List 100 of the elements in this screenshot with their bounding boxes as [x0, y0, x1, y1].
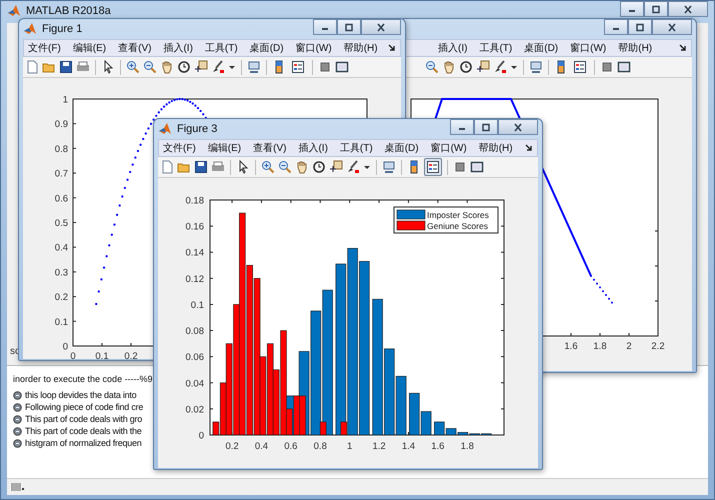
x-tick-label: 1.8	[460, 441, 474, 452]
x-tick-label: 0.1	[95, 351, 109, 359]
y-tick-label: 0	[198, 430, 204, 442]
hand-icon[interactable]	[295, 160, 309, 174]
link-icon[interactable]	[247, 60, 261, 74]
dock-arrow-icon[interactable]	[388, 44, 396, 52]
y-tick-label: 0.9	[54, 119, 68, 130]
maximize-button[interactable]	[628, 19, 652, 35]
y-tick-label: 0.8	[54, 144, 68, 155]
y-tick-label: 0.04	[186, 378, 204, 390]
menu-item[interactable]: 窗口(W)	[566, 41, 610, 55]
menu-item[interactable]: 帮助(H)	[614, 41, 656, 55]
x-tick-label: 1.2	[372, 441, 386, 452]
y-tick-label: 0.18	[186, 196, 204, 206]
new-file-icon[interactable]	[160, 160, 174, 174]
window-icon[interactable]	[617, 60, 631, 74]
section-item[interactable]: This part of code deals with the	[25, 426, 142, 436]
close-button[interactable]	[668, 1, 708, 17]
section-icon	[13, 438, 22, 448]
menu-item[interactable]: 查看(V)	[249, 141, 290, 155]
menu-item[interactable]: 编辑(E)	[204, 141, 246, 155]
minimize-button[interactable]	[313, 19, 337, 35]
zoom-out-icon[interactable]	[143, 60, 157, 74]
section-item[interactable]: this loop devides the data into	[25, 390, 136, 400]
comment-line: inorder to execute the code -----%9	[13, 374, 153, 384]
x-tick-label: 0.2	[225, 441, 239, 452]
data-cursor-icon[interactable]	[476, 60, 490, 74]
dock-arrow-icon[interactable]	[525, 144, 533, 152]
zoom-out-icon[interactable]	[425, 60, 439, 74]
menu-item[interactable]: 插入(I)	[159, 41, 197, 55]
y-tick-label: 0.12	[186, 274, 204, 285]
menu-item[interactable]: 帮助(H)	[474, 141, 517, 155]
data-cursor-icon[interactable]	[194, 60, 208, 74]
menu-item[interactable]: 窗口(W)	[426, 141, 471, 155]
menu-item[interactable]: 帮助(H)	[340, 41, 382, 55]
x-tick-label: 1.4	[402, 441, 416, 452]
menu-item[interactable]: 桌面(D)	[520, 41, 562, 55]
menu-item[interactable]: 工具(T)	[475, 41, 516, 55]
brush-icon[interactable]	[211, 60, 225, 74]
matlab-logo-icon	[158, 122, 172, 136]
data-cursor-icon[interactable]	[329, 160, 343, 174]
close-icon	[683, 4, 693, 14]
x-tick-label: 0.4	[254, 441, 268, 452]
zoom-in-icon[interactable]	[126, 60, 140, 74]
maximize-button[interactable]	[337, 19, 361, 35]
new-file-icon[interactable]	[25, 60, 39, 74]
link-icon[interactable]	[382, 160, 396, 174]
link-icon[interactable]	[529, 60, 543, 74]
y-tick-label: 0.08	[186, 326, 204, 338]
maximize-button[interactable]	[644, 1, 668, 17]
brush-icon[interactable]	[346, 160, 360, 174]
square-icon[interactable]	[453, 160, 467, 174]
menu-item[interactable]: 插入(I)	[434, 41, 472, 55]
zoom-out-icon[interactable]	[278, 160, 292, 174]
section-icon	[13, 402, 22, 412]
section-icon	[13, 414, 22, 424]
section-item[interactable]: Following piece of code find cre	[25, 402, 144, 412]
window-icon[interactable]	[335, 60, 349, 74]
menu-item[interactable]: 文件(F)	[24, 41, 65, 55]
x-tick-label: 1.6	[431, 441, 444, 452]
menu-item[interactable]: 工具(T)	[200, 41, 242, 55]
section-item[interactable]: histgram of normalized frequen	[25, 438, 142, 448]
rotate-icon[interactable]	[459, 60, 473, 74]
menu-item[interactable]: 工具(T)	[336, 141, 377, 155]
minimize-button[interactable]	[620, 1, 644, 17]
zoom-in-icon[interactable]	[261, 160, 275, 174]
rotate-icon[interactable]	[177, 60, 191, 74]
brush-icon[interactable]	[493, 60, 507, 74]
close-icon	[513, 122, 523, 132]
close-button[interactable]	[498, 119, 538, 135]
menu-item[interactable]: 窗口(W)	[292, 41, 336, 55]
menu-item[interactable]: 文件(F)	[159, 141, 200, 155]
x-tick-label: 2.2	[651, 341, 665, 352]
hand-icon[interactable]	[160, 60, 174, 74]
close-button[interactable]	[652, 19, 692, 35]
menu-item[interactable]: 桌面(D)	[380, 141, 423, 155]
x-tick-label: 0	[70, 351, 76, 359]
square-icon[interactable]	[318, 60, 332, 74]
y-tick-label: 0.1	[54, 316, 68, 328]
dock-arrow-icon[interactable]	[679, 44, 687, 52]
minimize-button[interactable]	[450, 119, 474, 135]
y-tick-label: 0.14	[186, 248, 204, 259]
section-item[interactable]: This part of code deals with gro	[25, 414, 142, 424]
close-button[interactable]	[361, 19, 401, 35]
window-title: Figure 3	[177, 123, 218, 135]
y-tick-label: 0.02	[186, 404, 204, 416]
menu-item[interactable]: 编辑(E)	[68, 41, 110, 55]
close-icon	[376, 22, 386, 32]
window-icon[interactable]	[470, 160, 484, 174]
rotate-icon[interactable]	[312, 160, 326, 174]
minimize-button[interactable]	[604, 19, 628, 35]
section-icon	[13, 426, 22, 436]
menu-item[interactable]: 插入(I)	[294, 141, 332, 155]
menu-item[interactable]: 桌面(D)	[246, 41, 288, 55]
x-tick-label: 1.8	[593, 341, 607, 352]
menu-item[interactable]: 查看(V)	[114, 41, 156, 55]
maximize-button[interactable]	[474, 119, 498, 135]
hand-icon[interactable]	[442, 60, 456, 74]
square-icon[interactable]	[600, 60, 614, 74]
x-tick-label: 2	[626, 341, 632, 352]
